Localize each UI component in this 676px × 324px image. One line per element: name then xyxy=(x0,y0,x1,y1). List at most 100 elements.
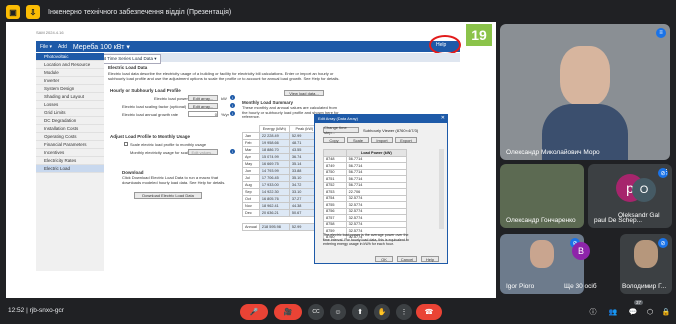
export-button[interactable]: Export xyxy=(395,137,417,143)
monthly-table: Energy (kWh) Peak (kW) Jan 22 228.49 52.99… xyxy=(242,125,320,231)
adjust-section-title: Adjust Load Profile to Monthly Usage xyxy=(110,134,191,139)
month-cell: Jan xyxy=(242,132,260,140)
captions-button[interactable]: CC xyxy=(308,304,324,320)
month-cell: Jun xyxy=(242,167,260,175)
download-description: Click Download Electric Load Data to run… xyxy=(122,175,226,185)
dialog-help-button[interactable]: Help xyxy=(421,256,439,262)
import-button[interactable]: Import xyxy=(371,137,393,143)
growth-label: Electric load annual growth rate xyxy=(122,112,179,117)
hourly-section-title: Hourly or Subhourly Load Profile xyxy=(110,88,181,93)
participant-tile[interactable]: ⊘ Володимир Г... xyxy=(620,234,672,294)
close-icon[interactable]: ✕ xyxy=(441,115,445,121)
folder-icon[interactable]: ▣ xyxy=(6,5,20,19)
dialog-scrollbar[interactable] xyxy=(439,149,444,229)
present-icon: ⬆ xyxy=(357,309,363,316)
info-icon: ⓘ xyxy=(589,309,597,316)
adjust-edit-button[interactable]: Edit values... xyxy=(188,149,218,155)
hangup-icon: ☎ xyxy=(424,309,434,316)
raise-hand-button[interactable]: ✋ xyxy=(374,304,390,320)
participant-tile[interactable]: B Ще 30 осіб xyxy=(558,234,618,294)
power-unit: kW xyxy=(221,96,227,101)
camera-toggle-button[interactable]: 🎥 xyxy=(274,304,302,320)
month-cell: Jul xyxy=(242,174,260,182)
cancel-button[interactable]: Cancel xyxy=(397,256,417,262)
emoji-icon: ☺ xyxy=(334,308,342,316)
avatar: O xyxy=(632,178,656,202)
sidebar-item[interactable]: Operating Costs xyxy=(36,133,104,141)
energy-cell: 14 793.99 xyxy=(258,167,290,175)
table-row: Dec 20 636.21 50.67 xyxy=(242,209,320,217)
sidebar-item[interactable]: System Design xyxy=(36,85,104,93)
presentation-icon[interactable]: ⇩ xyxy=(26,5,40,19)
array-table: Load Power (kW) 8748 56.7714 8749 56.7714 … xyxy=(323,149,408,241)
participant-tile[interactable]: O ⋮ Oleksandr Gal xyxy=(618,169,670,222)
participant-name: Igor Pioro xyxy=(506,283,535,290)
meeting-info-button[interactable]: ⓘ xyxy=(586,304,600,320)
scale-checkbox[interactable] xyxy=(124,142,128,146)
meeting-code: rjb-snxo-gcr xyxy=(29,307,64,314)
participant-tile-speaker[interactable]: ≡ Олександр Миколайович Моро xyxy=(500,24,670,160)
scaling-edit-button[interactable]: Edit array... xyxy=(188,103,218,109)
lock-icon: 🔒 xyxy=(661,309,671,316)
panel-title: Electric Load Data xyxy=(108,65,148,70)
view-load-data-button[interactable]: View load data... xyxy=(284,90,324,96)
subhourly-viewer-label[interactable]: Subhourly Viewer (8760×4/7/3) xyxy=(363,128,418,133)
info-icon[interactable]: i xyxy=(230,103,235,108)
info-icon[interactable]: i xyxy=(230,111,235,116)
info-icon[interactable]: i xyxy=(230,95,235,100)
sidebar-item[interactable]: Module xyxy=(36,69,104,77)
chat-button[interactable]: 💬 xyxy=(626,304,640,320)
change-time-step-button[interactable]: Change time step... xyxy=(323,125,359,135)
people-button[interactable]: 👥 xyxy=(606,304,620,320)
present-button[interactable]: ⬆ xyxy=(352,304,368,320)
file-menu[interactable]: File ▾ xyxy=(40,44,52,50)
mic-off-icon: ⊘ xyxy=(658,238,668,248)
growth-input[interactable]: 0 xyxy=(188,111,218,117)
slide-number: 19 xyxy=(466,24,492,46)
more-options-button[interactable]: ⋮ xyxy=(396,304,412,320)
ok-button[interactable]: OK xyxy=(375,256,393,262)
emoji-button[interactable]: ☺ xyxy=(330,304,346,320)
sidebar-item[interactable]: Financial Parameters xyxy=(36,141,104,149)
sidebar-item[interactable]: Grid Limits xyxy=(36,109,104,117)
add-menu[interactable]: Add xyxy=(58,44,67,50)
participant-name: Олександр Миколайович Моро xyxy=(506,149,600,156)
edit-array-dialog: Edit Array (Data Array) ✕ Change time st… xyxy=(314,114,448,264)
activities-button[interactable]: ⬡ xyxy=(644,304,656,320)
case-name[interactable]: Мереба 100 кВт ▾ xyxy=(73,43,130,51)
leave-call-button[interactable]: ☎ xyxy=(416,304,442,320)
info-icon[interactable]: i xyxy=(230,149,235,154)
sidebar-item[interactable]: Electricity Rates xyxy=(36,157,104,165)
sidebar-item[interactable]: DC Degradation xyxy=(36,117,104,125)
sidebar-item[interactable]: Shading and Layout xyxy=(36,93,104,101)
meeting-topbar: ▣ ⇩ Інженерно технічного забезпечення ві… xyxy=(0,0,676,24)
participant-name: Олександр Гончаренко xyxy=(506,217,576,224)
sidebar-item[interactable]: Photovoltaic xyxy=(36,53,104,61)
more-options-icon[interactable]: ⋮ xyxy=(663,168,670,176)
energy-cell: 20 636.21 xyxy=(258,209,290,217)
sidebar-item[interactable]: Losses xyxy=(36,101,104,109)
adjust-label: Monthly electricity usage for scaling xyxy=(130,150,194,155)
month-cell: Apr xyxy=(242,153,260,161)
mic-toggle-button[interactable]: 🎤 xyxy=(240,304,268,320)
download-button[interactable]: Download Electric Load Data xyxy=(134,192,202,199)
sidebar-item[interactable]: Incentives xyxy=(36,149,104,157)
sidebar-item-electric-load[interactable]: Electric Load xyxy=(36,165,104,173)
sidebar-item[interactable]: Inverter xyxy=(36,77,104,85)
scale-button[interactable]: Scale xyxy=(347,137,369,143)
avatar xyxy=(634,240,658,268)
hand-icon: ✋ xyxy=(377,309,387,316)
table-row-annual: Annual 218 595.98 52.99 xyxy=(242,223,320,231)
table-row: Oct 16 805.76 37.27 xyxy=(242,195,320,203)
copy-button[interactable]: Copy xyxy=(323,137,345,143)
sidebar-item[interactable]: Location and Resource xyxy=(36,61,104,69)
sidebar-item[interactable]: Installation Costs xyxy=(36,125,104,133)
table-row: Sep 14 922.30 33.10 xyxy=(242,188,320,196)
participant-tile[interactable]: Олександр Гончаренко xyxy=(500,164,584,228)
host-controls-button[interactable]: 🔒 xyxy=(660,304,672,320)
camera-off-icon: 🎥 xyxy=(283,309,293,316)
scale-checkbox-label: Scale electric load profile to monthly u… xyxy=(130,142,207,147)
energy-cell: 18 962.41 xyxy=(258,202,290,210)
energy-cell: 17 933.00 xyxy=(258,181,290,189)
power-edit-button[interactable]: Edit array... xyxy=(188,95,218,101)
